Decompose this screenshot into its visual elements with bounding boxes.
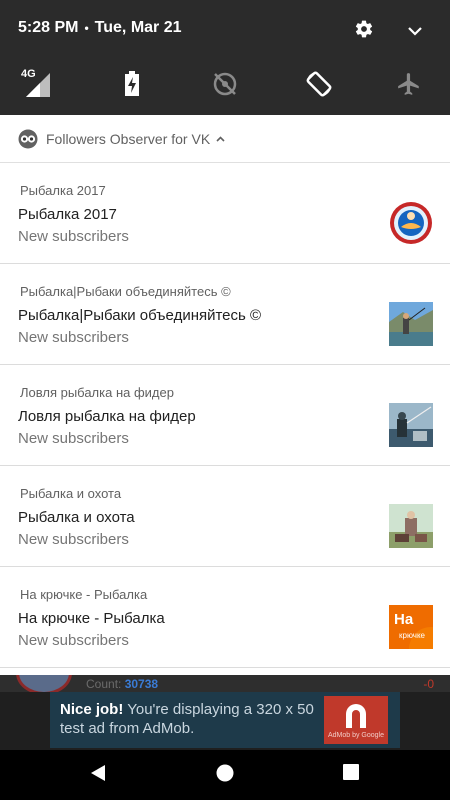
follower-count: Count: 30738 [86,677,158,691]
count-delta: -0 [423,677,434,691]
ad-message: Nice job! You're displaying a 320 x 50 t… [60,700,320,738]
notification-item[interactable]: Рыбалка 2017 Рыбалка 2017 New subscriber… [0,163,450,264]
fishing-photo-thumbnail [389,302,433,346]
chevron-down-icon[interactable] [408,23,422,41]
location-off-icon[interactable] [203,62,247,106]
notification-item[interactable]: На крючке - Рыбалка На крючке - Рыбалка … [0,567,450,668]
notification-title: Ловля рыбалка на фидер [18,408,196,425]
chevron-up-icon[interactable] [216,133,225,145]
admob-caption: AdMob by Google [327,731,385,739]
notification-text: New subscribers [18,329,129,346]
notification-text: New subscribers [18,228,129,245]
notification-title: Рыбалка|Рыбаки объединяйтесь © [18,307,262,324]
notification-item[interactable]: Ловля рыбалка на фидер Ловля рыбалка на … [0,365,450,466]
network-label: 4G [21,68,36,80]
na-kryuchke-logo-thumbnail: На крючке [389,605,433,649]
signal-4g-icon[interactable]: 4G [15,62,59,106]
status-time: 5:28 PM [18,19,79,36]
notification-header: На крючке - Рыбалка [20,587,148,602]
notification-header: Рыбалка|Рыбаки объединяйтесь © [20,284,231,299]
notification-item[interactable]: Рыбалка и охота Рыбалка и охота New subs… [0,466,450,567]
quick-settings-shade: 5:28 PM • Tue, Mar 21 4G [0,0,450,115]
status-datetime: 5:28 PM • Tue, Mar 21 [18,19,182,37]
ad-bold-text: Nice job! [60,701,124,718]
hunting-photo-thumbnail [389,504,433,548]
notification-text: New subscribers [18,632,129,649]
admob-logo-icon [346,703,366,728]
admob-badge: AdMob by Google [324,696,388,744]
group-logo-thumbnail [389,201,433,245]
notification-panel: Followers Observer for VK Рыбалка 2017 Р… [0,115,450,675]
logo-text: На [394,611,414,628]
navigation-bar [0,750,450,800]
auto-rotate-icon[interactable] [297,62,341,106]
battery-charging-icon[interactable] [110,62,154,106]
notification-title: На крючке - Рыбалка [18,610,165,627]
notification-text: New subscribers [18,430,129,447]
home-icon[interactable] [216,764,234,787]
notification-app-header[interactable]: Followers Observer for VK [0,115,450,163]
status-date: Tue, Mar 21 [94,19,182,36]
gear-icon[interactable] [354,19,374,44]
notification-header: Рыбалка и охота [20,486,122,501]
airplane-mode-icon[interactable] [387,62,431,106]
back-icon[interactable] [90,764,106,787]
app-name: Followers Observer for VK [46,130,211,147]
status-separator: • [84,21,89,35]
ad-banner[interactable]: Nice job! You're displaying a 320 x 50 t… [50,692,400,748]
notification-title: Рыбалка и охота [18,509,135,526]
notification-header: Ловля рыбалка на фидер [20,385,174,400]
quick-settings-tiles: 4G [0,62,450,106]
notification-title: Рыбалка 2017 [18,206,117,223]
logo-subtext: крючке [399,631,425,640]
recents-icon[interactable] [343,764,359,785]
count-label: Count: [86,677,122,691]
owl-icon [18,129,38,149]
notification-item[interactable]: Рыбалка|Рыбаки объединяйтесь © Рыбалка|Р… [0,264,450,365]
count-value: 30738 [124,677,159,691]
notification-header: Рыбалка 2017 [20,183,106,198]
feeder-photo-thumbnail [389,403,433,447]
ad-banner-area: Nice job! You're displaying a 320 x 50 t… [0,692,450,750]
notification-text: New subscribers [18,531,129,548]
